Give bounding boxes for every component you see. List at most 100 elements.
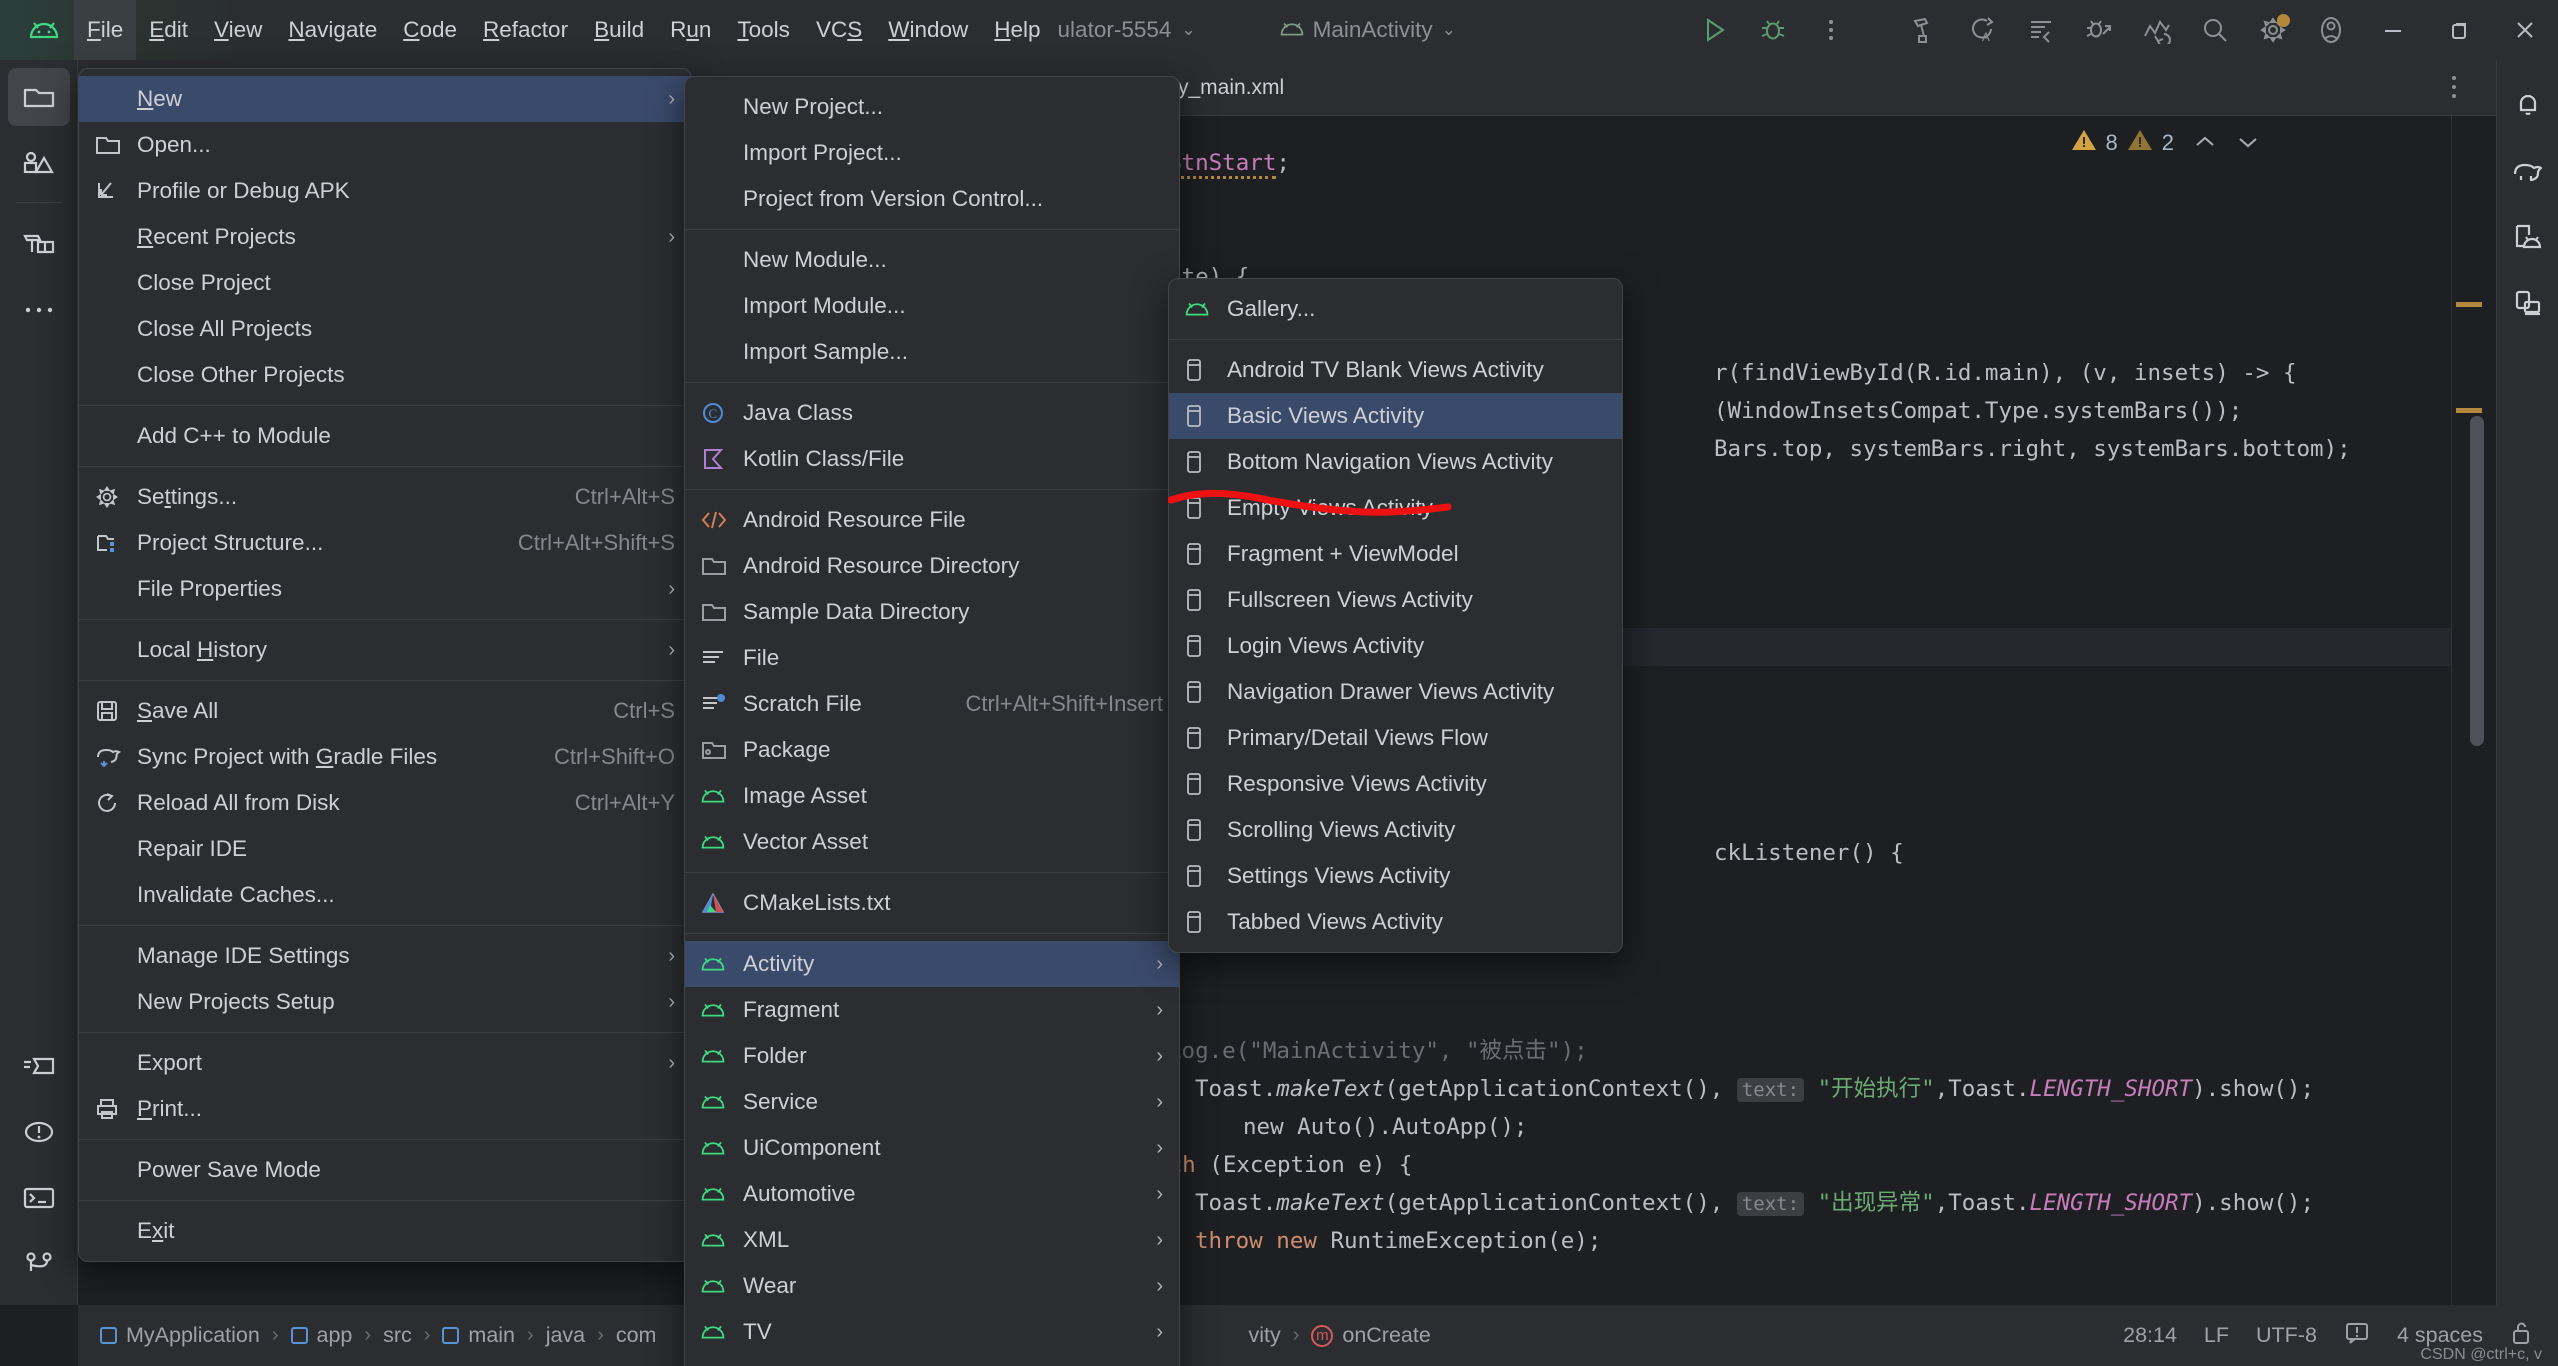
menu-item-aidl[interactable]: AIDL › bbox=[685, 1355, 1179, 1366]
menu-item-repair-ide[interactable]: Repair IDE bbox=[79, 826, 691, 872]
menu-item-recent-projects[interactable]: Recent Projects › bbox=[79, 214, 691, 260]
menu-item-sync-gradle[interactable]: Sync Project with Gradle Files Ctrl+Shif… bbox=[79, 734, 691, 780]
sidebar-item-version-control[interactable] bbox=[8, 1235, 70, 1293]
menu-item-activity[interactable]: Activity › bbox=[685, 941, 1179, 987]
menubar-item-code[interactable]: Code bbox=[390, 0, 470, 60]
sidebar-item-gradle[interactable] bbox=[2501, 138, 2555, 204]
menu-item-java-class[interactable]: C Java Class bbox=[685, 390, 1179, 436]
menu-item-print[interactable]: Print... bbox=[79, 1086, 691, 1132]
menubar-item-tools[interactable]: Tools bbox=[724, 0, 803, 60]
menu-item-close-project[interactable]: Close Project bbox=[79, 260, 691, 306]
sidebar-item-problems[interactable] bbox=[8, 1103, 70, 1161]
menu-item-import-project[interactable]: Import Project... bbox=[685, 130, 1179, 176]
menubar-item-window[interactable]: Window bbox=[875, 0, 981, 60]
inspections-widget-icon[interactable] bbox=[2344, 1320, 2370, 1352]
menu-item-cmakelists[interactable]: CMakeLists.txt bbox=[685, 880, 1179, 926]
menu-item-bottom-navigation-views-activity[interactable]: Bottom Navigation Views Activity bbox=[1169, 439, 1622, 485]
breadcrumb-item-activity[interactable]: vity bbox=[1248, 1323, 1280, 1348]
menu-item-settings-views-activity[interactable]: Settings Views Activity bbox=[1169, 853, 1622, 899]
menu-item-android-resource-file[interactable]: Android Resource File bbox=[685, 497, 1179, 543]
sidebar-item-resource-manager[interactable] bbox=[8, 134, 70, 192]
menu-item-power-save-mode[interactable]: Power Save Mode bbox=[79, 1147, 691, 1193]
menu-item-navigation-drawer-views-activity[interactable]: Navigation Drawer Views Activity bbox=[1169, 669, 1622, 715]
debug-button[interactable] bbox=[1744, 0, 1802, 60]
error-stripe-marker[interactable] bbox=[2456, 302, 2482, 307]
menu-item-folder[interactable]: Folder › bbox=[685, 1033, 1179, 1079]
menu-item-file-properties[interactable]: File Properties › bbox=[79, 566, 691, 612]
error-stripe-marker[interactable] bbox=[2456, 408, 2482, 413]
editor-tab-layout-xml[interactable]: y_main.xml bbox=[1164, 76, 1284, 100]
menu-item-android-tv-blank-views-activity[interactable]: Android TV Blank Views Activity bbox=[1169, 347, 1622, 393]
indent-setting[interactable]: 4 spaces bbox=[2397, 1323, 2483, 1348]
menu-item-import-module[interactable]: Import Module... bbox=[685, 283, 1179, 329]
menubar-item-help[interactable]: Help bbox=[981, 0, 1053, 60]
menu-item-android-resource-directory[interactable]: Android Resource Directory bbox=[685, 543, 1179, 589]
menubar-item-run[interactable]: Run bbox=[657, 0, 724, 60]
sidebar-item-running-devices[interactable] bbox=[2501, 270, 2555, 336]
breadcrumb-item-main[interactable]: main bbox=[442, 1323, 515, 1348]
sidebar-item-build-variants[interactable] bbox=[8, 215, 70, 273]
menu-item-profile-debug-apk[interactable]: Profile or Debug APK bbox=[79, 168, 691, 214]
menubar-item-view[interactable]: View bbox=[201, 0, 275, 60]
menubar-item-vcs[interactable]: VCS bbox=[803, 0, 875, 60]
menubar-item-file[interactable]: File bbox=[74, 0, 137, 60]
menu-item-project-structure[interactable]: Project Structure... Ctrl+Alt+Shift+S bbox=[79, 520, 691, 566]
inspection-widget[interactable]: 8 2 bbox=[2071, 128, 2261, 158]
menu-item-kotlin-class-file[interactable]: Kotlin Class/File bbox=[685, 436, 1179, 482]
search-icon[interactable] bbox=[2186, 0, 2244, 60]
breadcrumb-item-app[interactable]: app bbox=[290, 1323, 352, 1348]
menu-item-close-other-projects[interactable]: Close Other Projects bbox=[79, 352, 691, 398]
menu-item-empty-views-activity[interactable]: Empty Views Activity bbox=[1169, 485, 1622, 531]
sidebar-item-project[interactable] bbox=[7, 68, 70, 126]
menu-item-automotive[interactable]: Automotive › bbox=[685, 1171, 1179, 1217]
breadcrumb-item-oncreate[interactable]: m onCreate bbox=[1311, 1323, 1431, 1348]
menu-item-invalidate-caches[interactable]: Invalidate Caches... bbox=[79, 872, 691, 918]
menu-item-settings[interactable]: Settings... Ctrl+Alt+S bbox=[79, 474, 691, 520]
run-configuration-selector[interactable]: MainActivity ⌄ bbox=[1280, 17, 1456, 43]
menu-item-fullscreen-views-activity[interactable]: Fullscreen Views Activity bbox=[1169, 577, 1622, 623]
menu-item-basic-views-activity[interactable]: Basic Views Activity bbox=[1169, 393, 1622, 439]
menu-item-tv[interactable]: TV › bbox=[685, 1309, 1179, 1355]
sidebar-item-notifications[interactable] bbox=[2501, 72, 2555, 138]
menu-item-login-views-activity[interactable]: Login Views Activity bbox=[1169, 623, 1622, 669]
menubar-item-edit[interactable]: Edit bbox=[136, 0, 201, 60]
menu-item-vector-asset[interactable]: Vector Asset bbox=[685, 819, 1179, 865]
menu-item-manage-ide-settings[interactable]: Manage IDE Settings › bbox=[79, 933, 691, 979]
device-selector[interactable]: ulator-5554 ⌄ bbox=[1058, 17, 1196, 43]
menu-item-image-asset[interactable]: Image Asset bbox=[685, 773, 1179, 819]
menubar-item-navigate[interactable]: Navigate bbox=[275, 0, 390, 60]
menu-item-import-sample[interactable]: Import Sample... bbox=[685, 329, 1179, 375]
menu-item-close-all-projects[interactable]: Close All Projects bbox=[79, 306, 691, 352]
menu-item-new[interactable]: New › bbox=[79, 76, 691, 122]
menu-item-primary-detail-views-flow[interactable]: Primary/Detail Views Flow bbox=[1169, 715, 1622, 761]
menu-item-project-from-vcs[interactable]: Project from Version Control... bbox=[685, 176, 1179, 222]
menu-item-scrolling-views-activity[interactable]: Scrolling Views Activity bbox=[1169, 807, 1622, 853]
user-account-icon[interactable] bbox=[2302, 0, 2360, 60]
run-button[interactable] bbox=[1686, 0, 1744, 60]
caret-position[interactable]: 28:14 bbox=[2123, 1323, 2177, 1348]
build-hammer-icon[interactable] bbox=[1896, 0, 1954, 60]
menu-item-new-projects-setup[interactable]: New Projects Setup › bbox=[79, 979, 691, 1025]
menu-item-file[interactable]: File bbox=[685, 635, 1179, 681]
menu-item-uicomponent[interactable]: UiComponent › bbox=[685, 1125, 1179, 1171]
menu-item-service[interactable]: Service › bbox=[685, 1079, 1179, 1125]
breadcrumb-item-src[interactable]: src bbox=[383, 1323, 412, 1348]
line-separator[interactable]: LF bbox=[2204, 1323, 2229, 1348]
window-minimize-icon[interactable] bbox=[2360, 0, 2426, 60]
sidebar-item-device-manager[interactable] bbox=[2501, 204, 2555, 270]
menu-item-responsive-views-activity[interactable]: Responsive Views Activity bbox=[1169, 761, 1622, 807]
menu-item-fragment[interactable]: Fragment › bbox=[685, 987, 1179, 1033]
editor-scrollbar-thumb[interactable] bbox=[2470, 416, 2484, 746]
sidebar-item-terminal[interactable] bbox=[8, 1169, 70, 1227]
menu-item-exit[interactable]: Exit bbox=[79, 1208, 691, 1254]
menu-item-scratch-file[interactable]: Scratch File Ctrl+Alt+Shift+Insert bbox=[685, 681, 1179, 727]
window-close-icon[interactable] bbox=[2492, 0, 2558, 60]
menu-item-new-project[interactable]: New Project... bbox=[685, 84, 1179, 130]
menu-item-xml[interactable]: XML › bbox=[685, 1217, 1179, 1263]
breadcrumb-item-java[interactable]: java bbox=[546, 1323, 585, 1348]
menu-item-add-cpp-to-module[interactable]: Add C++ to Module bbox=[79, 413, 691, 459]
sidebar-item-build[interactable] bbox=[8, 1037, 70, 1095]
menu-item-export[interactable]: Export › bbox=[79, 1040, 691, 1086]
breadcrumb-item-myapplication[interactable]: MyApplication bbox=[100, 1323, 260, 1348]
more-vertical-icon[interactable] bbox=[2450, 74, 2458, 105]
